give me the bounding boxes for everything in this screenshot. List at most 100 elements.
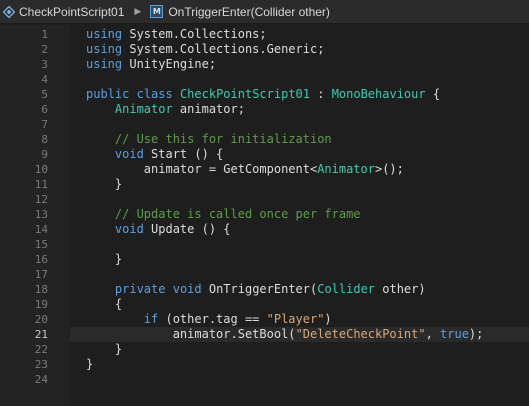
code-token: System.Collections.Generic; [122, 42, 325, 56]
code-token: Update () { [143, 222, 231, 236]
code-line[interactable]: } [86, 177, 122, 192]
code-line[interactable]: using System.Collections; [86, 27, 267, 42]
code-line[interactable]: Animator animator; [86, 102, 245, 117]
code-token: Animator [317, 162, 375, 176]
code-token: using [86, 57, 123, 71]
code-line[interactable]: private void OnTriggerEnter(Collider oth… [86, 282, 426, 297]
line-number: 18 [34, 283, 48, 296]
code-token: class [136, 87, 173, 101]
code-token: other) [375, 282, 426, 296]
line-number: 24 [34, 373, 48, 386]
code-area[interactable]: using System.Collections; using System.Co… [70, 25, 529, 406]
breadcrumb-method[interactable]: OnTriggerEnter(Collider other) [168, 5, 330, 19]
code-token: void [114, 222, 144, 236]
code-line[interactable]: { [86, 297, 122, 312]
line-number: 8 [41, 133, 48, 146]
code-line[interactable]: animator = GetComponent<Animator>(); [86, 162, 404, 177]
code-token: // Update is called once per frame [86, 207, 361, 221]
code-line[interactable]: } [86, 357, 93, 372]
line-number: 6 [41, 103, 48, 116]
code-token: MonoBehaviour [331, 87, 426, 101]
breadcrumb: CheckPointScript01 ▶ M OnTriggerEnter(Co… [0, 0, 529, 24]
csharp-class-icon [3, 5, 15, 18]
code-token: UnityEngine; [122, 57, 217, 71]
code-token: System.Collections; [122, 27, 267, 41]
code-token: void [114, 147, 144, 161]
line-number: 11 [34, 178, 48, 191]
line-number: 2 [41, 43, 48, 56]
line-number: 19 [34, 298, 48, 311]
chevron-right-icon: ▶ [134, 6, 142, 16]
code-line[interactable]: } [86, 342, 122, 357]
line-number: 5 [41, 88, 48, 101]
code-line[interactable]: using System.Collections.Generic; [86, 42, 324, 57]
line-number: 9 [41, 148, 48, 161]
code-token: Start () { [143, 147, 224, 161]
code-line[interactable]: void Start () { [86, 147, 223, 162]
code-token: animator; [172, 102, 245, 116]
code-token: >(); [374, 162, 404, 176]
line-number: 20 [34, 313, 48, 326]
line-number: 1 [41, 28, 48, 41]
line-number: 4 [41, 73, 48, 86]
code-token: public [86, 87, 130, 101]
code-line[interactable]: using UnityEngine; [86, 57, 216, 72]
code-token: ); [468, 327, 484, 341]
code-line[interactable]: } [86, 252, 122, 267]
code-token: ) [324, 312, 332, 326]
code-token: using [86, 27, 123, 41]
code-token: : [310, 87, 332, 101]
code-line[interactable]: public class CheckPointScript01 : MonoBe… [86, 87, 440, 102]
line-number: 3 [41, 58, 48, 71]
line-number: 14 [34, 223, 48, 236]
line-number-gutter: 1 2 3 4 5 6 7 8 9 10 11 12 13 14 15 16 17 18 19 20 21 22 23 24 [0, 25, 70, 406]
code-token: OnTriggerEnter( [201, 282, 318, 296]
code-line[interactable]: // Update is called once per frame [86, 207, 361, 222]
code-token: Collider [317, 282, 376, 296]
code-token: // Use this for initialization [86, 132, 332, 146]
code-token: using [86, 42, 123, 56]
line-number: 12 [34, 193, 48, 206]
breadcrumb-file[interactable]: CheckPointScript01 [19, 5, 124, 19]
code-token: if [143, 312, 159, 326]
code-token: "Player" [266, 312, 325, 326]
code-token: void [172, 282, 202, 296]
line-number: 22 [34, 343, 48, 356]
code-token: Animator [114, 102, 173, 116]
code-token: } [86, 357, 94, 371]
code-token: , [425, 327, 441, 341]
code-line[interactable]: if (other.tag == "Player") [86, 312, 332, 327]
code-token: true [440, 327, 469, 341]
code-token: animator = GetComponent< [86, 162, 318, 176]
line-number: 17 [34, 268, 48, 281]
code-token: } [86, 252, 123, 266]
code-token: { [425, 87, 441, 101]
code-line[interactable]: // Use this for initialization [86, 132, 332, 147]
line-number: 15 [34, 238, 48, 251]
code-line[interactable]: animator.SetBool("DeleteCheckPoint", tru… [86, 327, 484, 342]
line-number: 7 [41, 118, 48, 131]
code-token: { [86, 297, 123, 311]
code-token: (other.tag == [158, 312, 267, 326]
code-token: private [114, 282, 166, 296]
line-number: 10 [34, 163, 48, 176]
line-number: 21 [34, 328, 48, 341]
code-token: CheckPointScript01 [179, 87, 310, 101]
code-line[interactable]: void Update () { [86, 222, 231, 237]
code-token: animator.SetBool( [86, 327, 296, 341]
code-token: } [86, 342, 123, 356]
line-number: 13 [34, 208, 48, 221]
line-number: 23 [34, 358, 48, 371]
code-token: "DeleteCheckPoint" [295, 327, 426, 341]
method-icon: M [150, 5, 164, 18]
code-editor[interactable]: 1 2 3 4 5 6 7 8 9 10 11 12 13 14 15 16 17 18 19 20 21 22 23 24 … [0, 25, 529, 406]
code-token: } [86, 177, 123, 191]
